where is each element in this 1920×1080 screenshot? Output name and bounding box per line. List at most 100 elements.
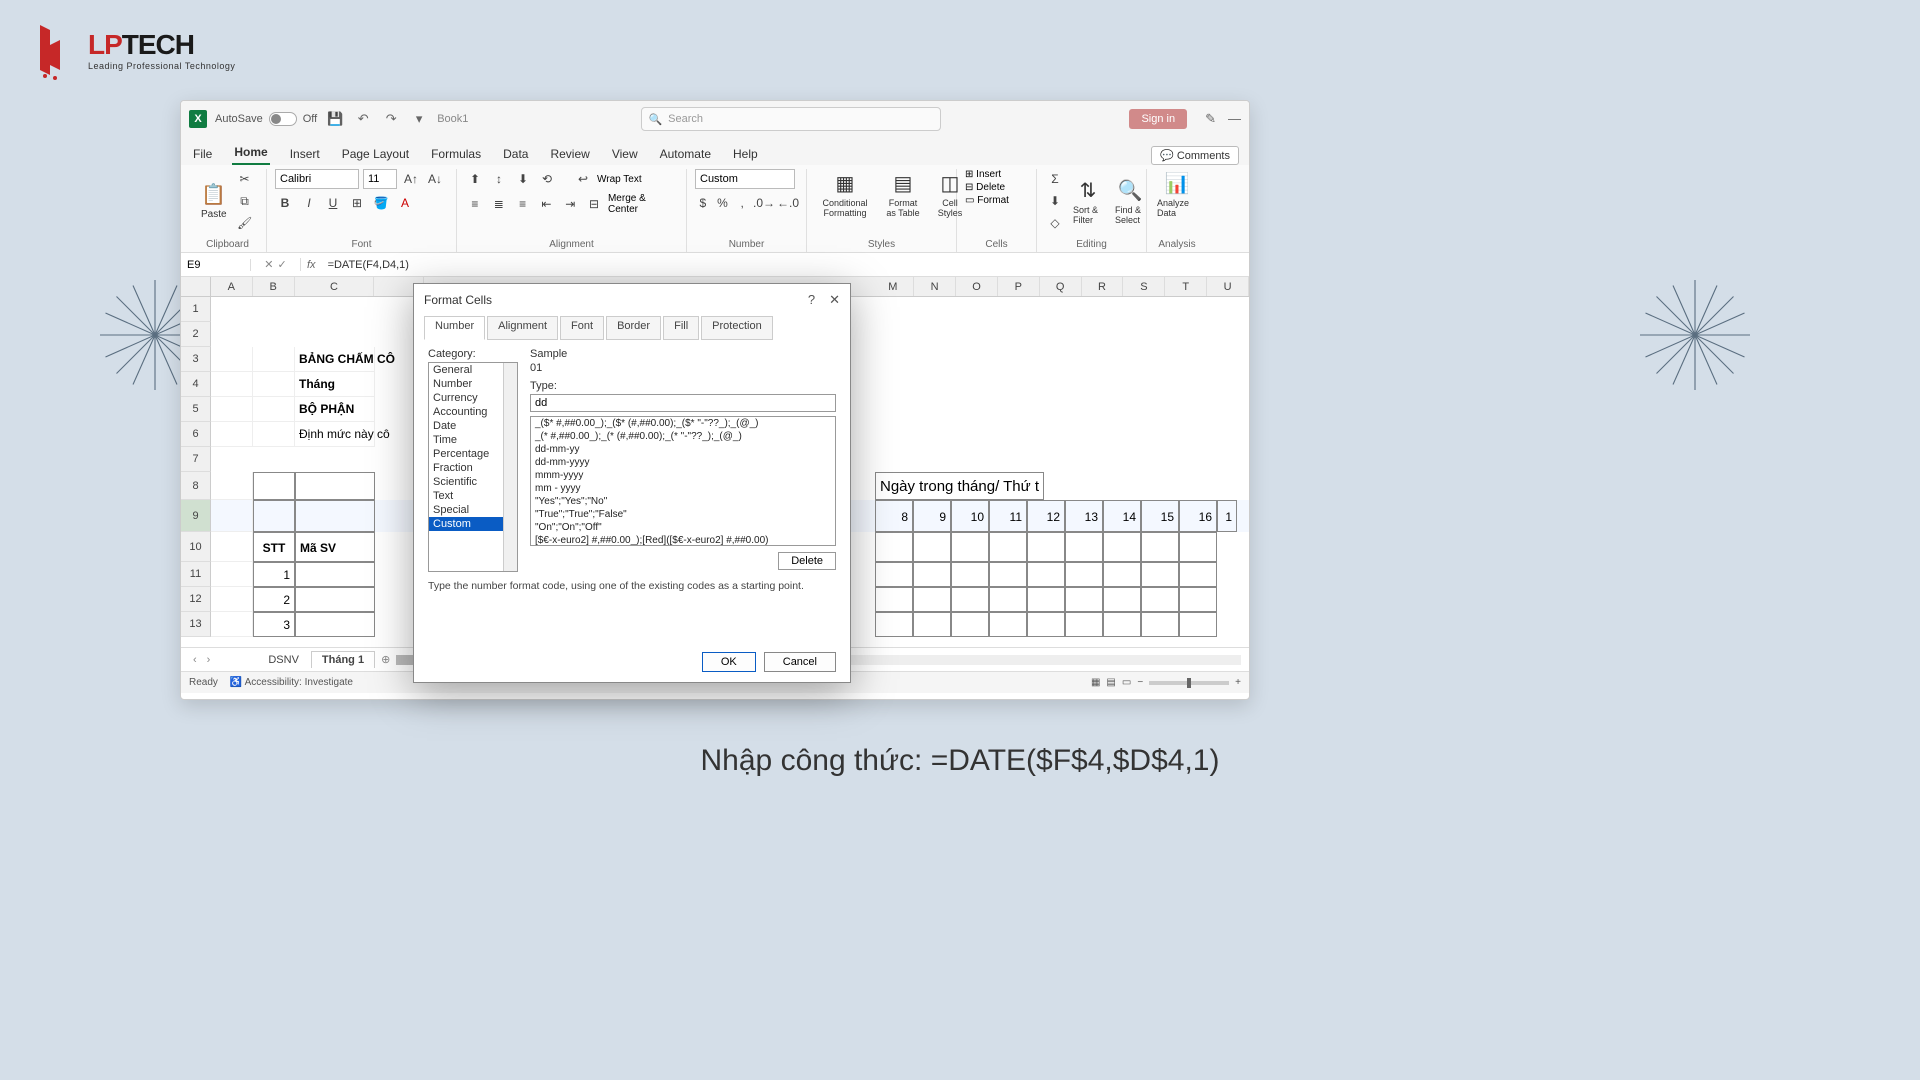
orientation-icon[interactable]: ⟲ — [537, 169, 557, 189]
qat-dropdown-icon[interactable]: ▾ — [409, 109, 429, 129]
underline-button[interactable]: U — [323, 193, 343, 213]
type-list[interactable]: _($* #,##0.00_);_($* (#,##0.00);_($* "-"… — [530, 416, 836, 546]
search-box[interactable]: 🔍 Search — [641, 107, 941, 131]
merge-icon[interactable]: ⊟ — [584, 194, 604, 214]
cancel-button[interactable]: Cancel — [764, 652, 836, 672]
col-header[interactable]: M — [872, 277, 914, 296]
bold-button[interactable]: B — [275, 193, 295, 213]
cell[interactable]: 14 — [1103, 500, 1141, 532]
analyze-data-button[interactable]: 📊Analyze Data — [1155, 169, 1199, 220]
ok-button[interactable]: OK — [702, 652, 756, 672]
zoom-in-icon[interactable]: + — [1235, 677, 1241, 688]
cell[interactable]: 8 — [875, 500, 913, 532]
cell[interactable]: 15 — [1141, 500, 1179, 532]
type-item[interactable]: "True";"True";"False" — [531, 508, 835, 521]
type-item[interactable]: [$€-x-euro2] #,##0.00_);[Red]([$€-x-euro… — [531, 534, 835, 546]
percent-icon[interactable]: % — [715, 193, 731, 213]
cancel-formula-icon[interactable]: ✕ — [264, 258, 273, 271]
col-header[interactable]: A — [211, 277, 253, 296]
row-header[interactable]: 3 — [181, 347, 211, 372]
row-header[interactable]: 13 — [181, 612, 211, 637]
accounting-icon[interactable]: $ — [695, 193, 711, 213]
sheet-tab-thang1[interactable]: Tháng 1 — [311, 651, 375, 668]
comma-icon[interactable]: , — [734, 193, 750, 213]
col-header[interactable]: O — [956, 277, 998, 296]
tab-home[interactable]: Home — [232, 141, 269, 165]
dlg-tab-number[interactable]: Number — [424, 316, 485, 340]
name-box[interactable]: E9 — [181, 259, 251, 271]
row-header[interactable]: 4 — [181, 372, 211, 397]
insert-cells-button[interactable]: ⊞ Insert — [965, 169, 1028, 180]
row-header[interactable]: 10 — [181, 532, 211, 562]
align-bottom-icon[interactable]: ⬇ — [513, 169, 533, 189]
tab-insert[interactable]: Insert — [288, 143, 322, 165]
clear-icon[interactable]: ◇ — [1045, 213, 1065, 233]
category-scrollbar[interactable] — [503, 363, 517, 571]
tab-page-layout[interactable]: Page Layout — [340, 143, 411, 165]
type-item[interactable]: _($* #,##0.00_);_($* (#,##0.00);_($* "-"… — [531, 417, 835, 430]
dlg-tab-protection[interactable]: Protection — [701, 316, 773, 340]
fill-color-icon[interactable]: 🪣 — [371, 193, 391, 213]
row-header[interactable]: 1 — [181, 297, 211, 322]
type-input[interactable] — [530, 394, 836, 412]
increase-font-icon[interactable]: A↑ — [401, 169, 421, 189]
sort-filter-button[interactable]: ⇅Sort & Filter — [1069, 176, 1107, 227]
formula-input[interactable]: =DATE(F4,D4,1) — [322, 259, 1249, 271]
row-header[interactable]: 6 — [181, 422, 211, 447]
format-painter-icon[interactable]: 🖌 — [235, 213, 255, 233]
cell[interactable]: 1 — [253, 562, 295, 587]
decrease-font-icon[interactable]: A↓ — [425, 169, 445, 189]
dlg-tab-border[interactable]: Border — [606, 316, 661, 340]
signin-button[interactable]: Sign in — [1129, 109, 1187, 129]
cell[interactable]: Định mức này cô — [295, 422, 375, 447]
save-icon[interactable]: 💾 — [325, 109, 345, 129]
sheet-nav-prev-icon[interactable]: ‹ — [189, 654, 201, 666]
delete-cells-button[interactable]: ⊟ Delete — [965, 182, 1028, 193]
accessibility-status[interactable]: ♿ Accessibility: Investigate — [230, 677, 353, 688]
fx-icon[interactable]: fx — [301, 259, 322, 271]
fill-icon[interactable]: ⬇ — [1045, 191, 1065, 211]
cell[interactable]: 10 — [951, 500, 989, 532]
italic-button[interactable]: I — [299, 193, 319, 213]
format-cells-button[interactable]: ▭ Format — [965, 195, 1028, 206]
align-left-icon[interactable]: ≡ — [465, 194, 485, 214]
copy-icon[interactable]: ⧉ — [235, 191, 255, 211]
comments-button[interactable]: 💬 Comments — [1151, 146, 1239, 165]
col-header[interactable]: U — [1207, 277, 1249, 296]
sheet-nav-next-icon[interactable]: › — [203, 654, 215, 666]
tab-help[interactable]: Help — [731, 143, 760, 165]
font-name-select[interactable]: Calibri — [275, 169, 359, 189]
enter-formula-icon[interactable]: ✓ — [278, 258, 287, 271]
toggle-icon[interactable] — [269, 112, 297, 126]
autosave-toggle[interactable]: AutoSave Off — [215, 112, 317, 126]
paste-button[interactable]: 📋Paste — [197, 180, 231, 222]
category-list[interactable]: General Number Currency Accounting Date … — [428, 362, 518, 572]
new-sheet-icon[interactable]: ⊕ — [377, 653, 394, 666]
dlg-tab-font[interactable]: Font — [560, 316, 604, 340]
decrease-decimal-icon[interactable]: ←.0 — [778, 193, 798, 213]
type-item[interactable]: mmm-yyyy — [531, 469, 835, 482]
close-icon[interactable]: ✕ — [829, 292, 840, 308]
increase-decimal-icon[interactable]: .0→ — [754, 193, 774, 213]
type-item[interactable]: dd-mm-yyyy — [531, 456, 835, 469]
view-pagebreak-icon[interactable]: ▭ — [1122, 677, 1131, 688]
cell[interactable]: 13 — [1065, 500, 1103, 532]
row-header[interactable]: 2 — [181, 322, 211, 347]
cell[interactable]: 12 — [1027, 500, 1065, 532]
view-normal-icon[interactable]: ▦ — [1091, 677, 1100, 688]
col-header[interactable]: P — [998, 277, 1040, 296]
conditional-formatting-button[interactable]: ▦Conditional Formatting — [815, 169, 875, 220]
tab-formulas[interactable]: Formulas — [429, 143, 483, 165]
help-icon[interactable]: ? — [808, 292, 815, 308]
cell[interactable]: Mã SV — [295, 532, 375, 562]
font-size-select[interactable]: 11 — [363, 169, 397, 189]
cell[interactable]: 9 — [913, 500, 951, 532]
col-header[interactable]: N — [914, 277, 956, 296]
row-header[interactable]: 7 — [181, 447, 211, 472]
col-header[interactable]: Q — [1040, 277, 1082, 296]
cell[interactable]: 11 — [989, 500, 1027, 532]
col-header[interactable]: B — [253, 277, 295, 296]
wrap-text-icon[interactable]: ↩ — [573, 169, 593, 189]
increase-indent-icon[interactable]: ⇥ — [560, 194, 580, 214]
view-layout-icon[interactable]: ▤ — [1106, 677, 1115, 688]
